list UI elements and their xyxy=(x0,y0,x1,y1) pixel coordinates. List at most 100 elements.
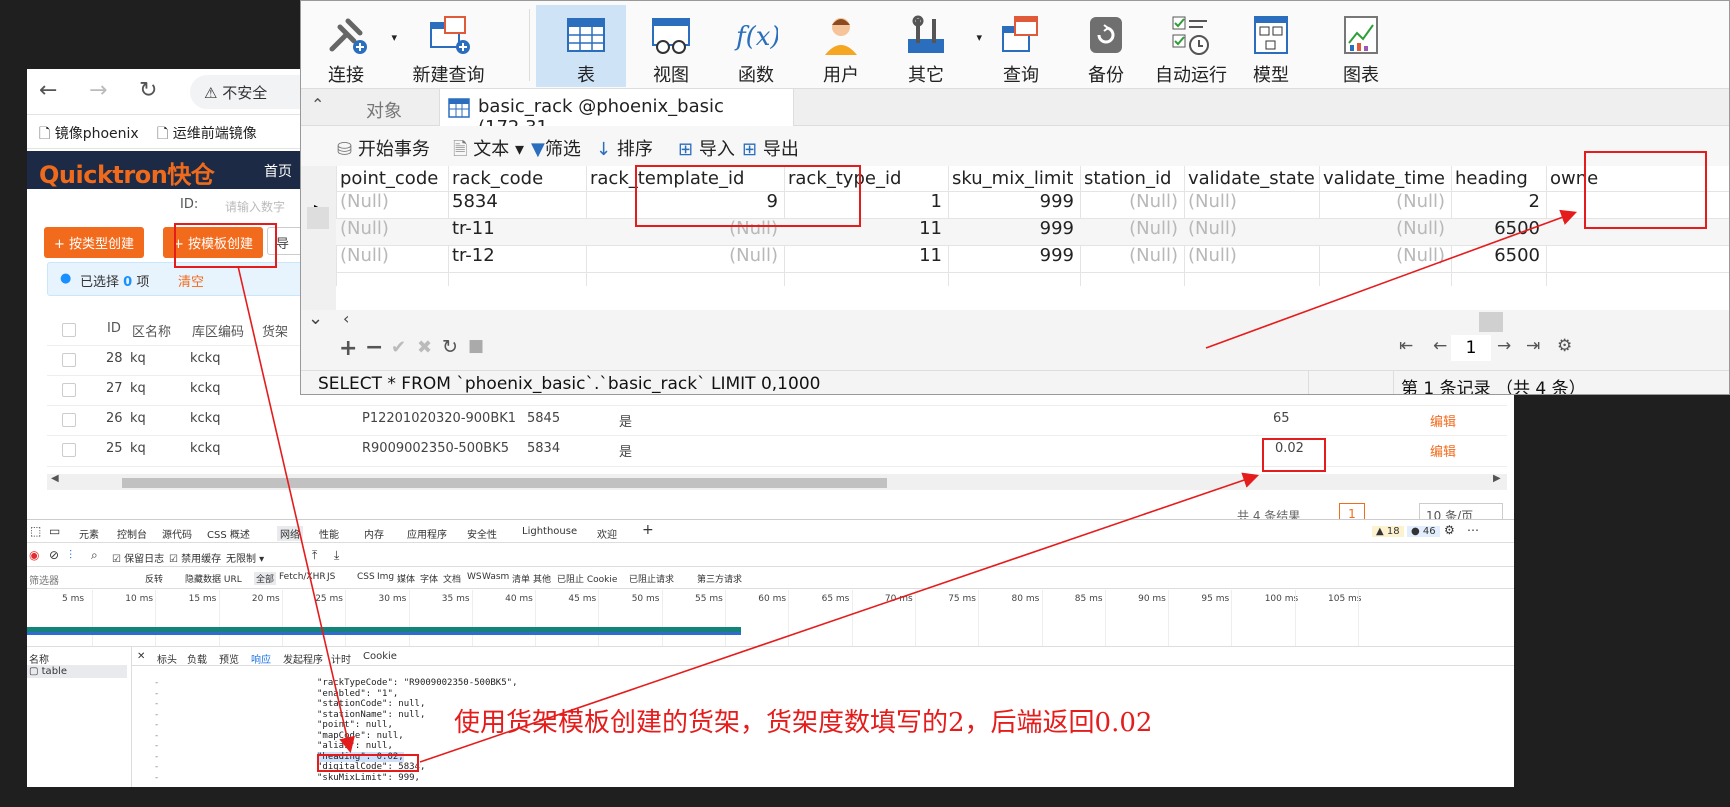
filter-input[interactable]: 筛选器 xyxy=(29,572,59,587)
column-header[interactable]: station_id xyxy=(1084,168,1171,189)
settings-icon[interactable]: ⚙ xyxy=(1444,523,1455,537)
disable-cache-checkbox[interactable]: ☑ 禁用缓存 xyxy=(169,550,221,565)
grid-cell[interactable]: (Null) xyxy=(340,245,389,266)
tab-network[interactable]: 网络 xyxy=(277,526,303,541)
delete-record-icon[interactable]: − xyxy=(365,335,383,360)
grid-cell[interactable]: (Null) xyxy=(1080,245,1178,266)
last-page-icon[interactable]: ⇥ xyxy=(1526,336,1540,356)
grid-cell[interactable]: 6500 xyxy=(1451,245,1540,266)
more-icon[interactable]: ⋯ xyxy=(1467,523,1479,537)
grid-cell[interactable]: 2 xyxy=(1451,191,1540,212)
tab-application[interactable]: 应用程序 xyxy=(407,526,447,541)
tab-basic-rack[interactable]: basic_rack @phoenix_basic (172.31.... xyxy=(439,89,794,138)
filter-button[interactable]: ▼筛选 xyxy=(531,135,581,161)
row-checkbox[interactable] xyxy=(62,413,76,427)
export-button[interactable]: ⊞ 导出 xyxy=(742,135,799,161)
expand-icon[interactable]: ⌄ xyxy=(308,308,323,329)
tab-console[interactable]: 控制台 xyxy=(117,526,147,541)
filter-type-item[interactable]: 已阻止 Cookie xyxy=(557,572,617,585)
request-item-table[interactable]: ▢ table xyxy=(29,666,67,677)
stop-icon[interactable]: ■ xyxy=(468,336,484,356)
filter-type-item[interactable]: 其他 xyxy=(533,572,551,585)
text-button[interactable]: 🗎 文本 ▾ xyxy=(453,135,524,167)
forward-icon[interactable]: → xyxy=(89,78,107,103)
preserve-log-checkbox[interactable]: ☑ 保留日志 xyxy=(112,550,164,565)
nav-home[interactable]: 首页 xyxy=(264,161,292,181)
grid-cell[interactable]: (Null) xyxy=(1080,191,1178,212)
tab-sources[interactable]: 源代码 xyxy=(162,526,192,541)
grid-cell[interactable]: (Null) xyxy=(340,218,389,239)
column-header[interactable]: validate_time xyxy=(1323,168,1445,189)
grid-cell[interactable]: (Null) xyxy=(1188,245,1237,266)
add-tab-icon[interactable]: + xyxy=(642,522,654,538)
grid-cell[interactable]: (Null) xyxy=(1319,218,1445,239)
row-checkbox[interactable] xyxy=(62,443,76,457)
toolbar-function-button[interactable]: f(x) 函数 xyxy=(711,1,801,89)
download-icon[interactable]: ⤓ xyxy=(334,548,339,563)
edit-link[interactable]: 编辑 xyxy=(1430,411,1456,430)
column-header[interactable]: point_code xyxy=(340,168,438,189)
filter-type-item[interactable]: 全部 xyxy=(254,572,277,585)
upload-icon[interactable]: ⤒ xyxy=(312,548,317,563)
toolbar-connect-button[interactable]: 连接 ▾ xyxy=(301,1,397,89)
grid-cell[interactable]: (Null) xyxy=(1319,245,1445,266)
grid-cell[interactable]: 999 xyxy=(948,191,1074,212)
filter-type-item[interactable]: 隐藏数据 URL xyxy=(185,572,242,585)
tab-lighthouse[interactable]: Lighthouse xyxy=(522,526,577,537)
filter-type-item[interactable]: 清单 xyxy=(512,572,530,585)
filter-type-item[interactable]: 已阻止请求 xyxy=(629,572,674,585)
grid-cell[interactable]: (Null) xyxy=(1080,218,1178,239)
tab-security[interactable]: 安全性 xyxy=(467,526,497,541)
clear-link[interactable]: 清空 xyxy=(178,271,204,290)
column-header[interactable]: validate_state xyxy=(1188,168,1315,189)
toolbar-chart-button[interactable]: 图表 xyxy=(1316,1,1406,89)
data-grid[interactable]: point_code rack_code rack_template_id rack_… xyxy=(336,166,1729,310)
grid-cell[interactable]: (Null) xyxy=(1188,218,1237,239)
detail-tab-payload[interactable]: 负载 xyxy=(187,651,207,666)
toolbar-query-button[interactable]: 查询 xyxy=(976,1,1066,89)
grid-cell[interactable]: tr-12 xyxy=(452,245,495,266)
detail-tab-initiator[interactable]: 发起程序 xyxy=(283,651,323,666)
sort-button[interactable]: ↓ 排序 xyxy=(596,135,653,161)
scroll-thumb[interactable] xyxy=(1479,312,1503,332)
column-header[interactable]: rack_code xyxy=(452,168,543,189)
apply-icon[interactable]: ✔ xyxy=(391,337,406,358)
grid-cell[interactable]: 999 xyxy=(948,218,1074,239)
device-toolbar-icon[interactable]: ▭ xyxy=(49,524,60,538)
filter-type-item[interactable]: CSS xyxy=(357,572,375,582)
grid-cell[interactable]: (Null) xyxy=(1188,191,1237,212)
toolbar-table-button[interactable]: 表 xyxy=(541,1,631,89)
id-input[interactable]: 请输入数字 xyxy=(225,198,285,215)
grid-scrollbar[interactable]: ⌄ ‹ xyxy=(308,308,1729,334)
filter-type-item[interactable]: Fetch/XHR xyxy=(279,572,326,582)
detail-tab-timing[interactable]: 计时 xyxy=(331,651,351,666)
add-record-icon[interactable]: + xyxy=(339,336,357,361)
detail-tab-preview[interactable]: 预览 xyxy=(219,651,239,666)
bookmark-item[interactable]: 🗋 运维前端镜像 xyxy=(157,123,257,147)
filter-type-item[interactable]: Img xyxy=(377,572,394,582)
detail-tab-headers[interactable]: 标头 xyxy=(157,651,177,666)
filter-type-item[interactable]: WS xyxy=(467,572,482,582)
grid-cell[interactable]: tr-11 xyxy=(452,218,495,239)
tab-memory[interactable]: 内存 xyxy=(364,526,384,541)
tab-objects[interactable]: 对象 xyxy=(336,89,436,126)
prev-page-icon[interactable]: ← xyxy=(1433,336,1447,356)
detail-tab-cookie[interactable]: Cookie xyxy=(363,651,397,662)
row-checkbox[interactable] xyxy=(62,383,76,397)
grid-cell[interactable]: (Null) xyxy=(1319,191,1445,212)
back-icon[interactable]: ← xyxy=(39,78,57,103)
refresh-icon[interactable]: ↻ xyxy=(442,336,458,358)
tab-css-overview[interactable]: CSS 概述 xyxy=(207,526,250,541)
search-icon[interactable]: ⌕ xyxy=(91,548,98,563)
scrollbar-thumb[interactable] xyxy=(122,478,887,488)
clear-icon[interactable]: ⊘ xyxy=(49,548,59,562)
filter-type-item[interactable]: 媒体 xyxy=(397,572,415,585)
record-icon[interactable]: ◉ xyxy=(29,548,39,562)
filter-type-item[interactable]: 反转 xyxy=(145,572,163,585)
reload-icon[interactable]: ↻ xyxy=(139,78,157,103)
tab-performance[interactable]: 性能 xyxy=(319,526,339,541)
toolbar-user-button[interactable]: 用户 xyxy=(796,1,886,89)
grid-cell[interactable]: (Null) xyxy=(586,245,778,266)
import-button[interactable]: ⊞ 导入 xyxy=(678,135,735,161)
filter-type-item[interactable]: JS xyxy=(327,572,335,582)
